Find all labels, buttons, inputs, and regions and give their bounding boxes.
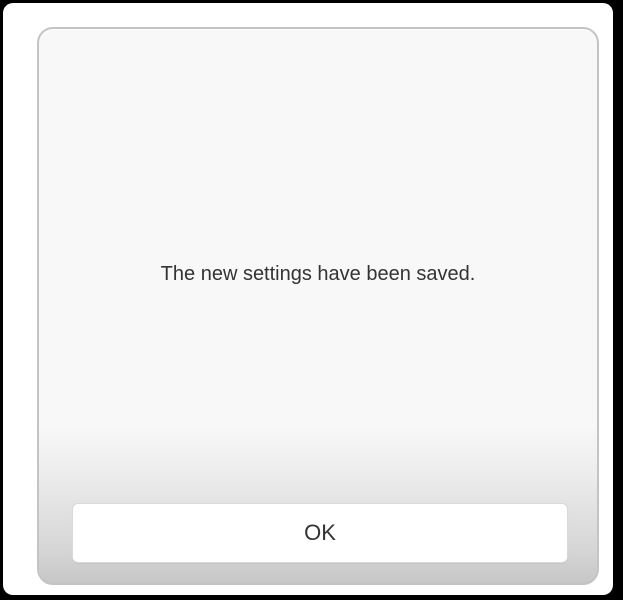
confirmation-dialog: The new settings have been saved. OK xyxy=(37,27,599,585)
ok-button-label: OK xyxy=(304,520,336,545)
dialog-message: The new settings have been saved. xyxy=(160,263,476,285)
screen-frame: The new settings have been saved. OK xyxy=(3,3,613,595)
ok-button[interactable]: OK xyxy=(72,503,568,563)
